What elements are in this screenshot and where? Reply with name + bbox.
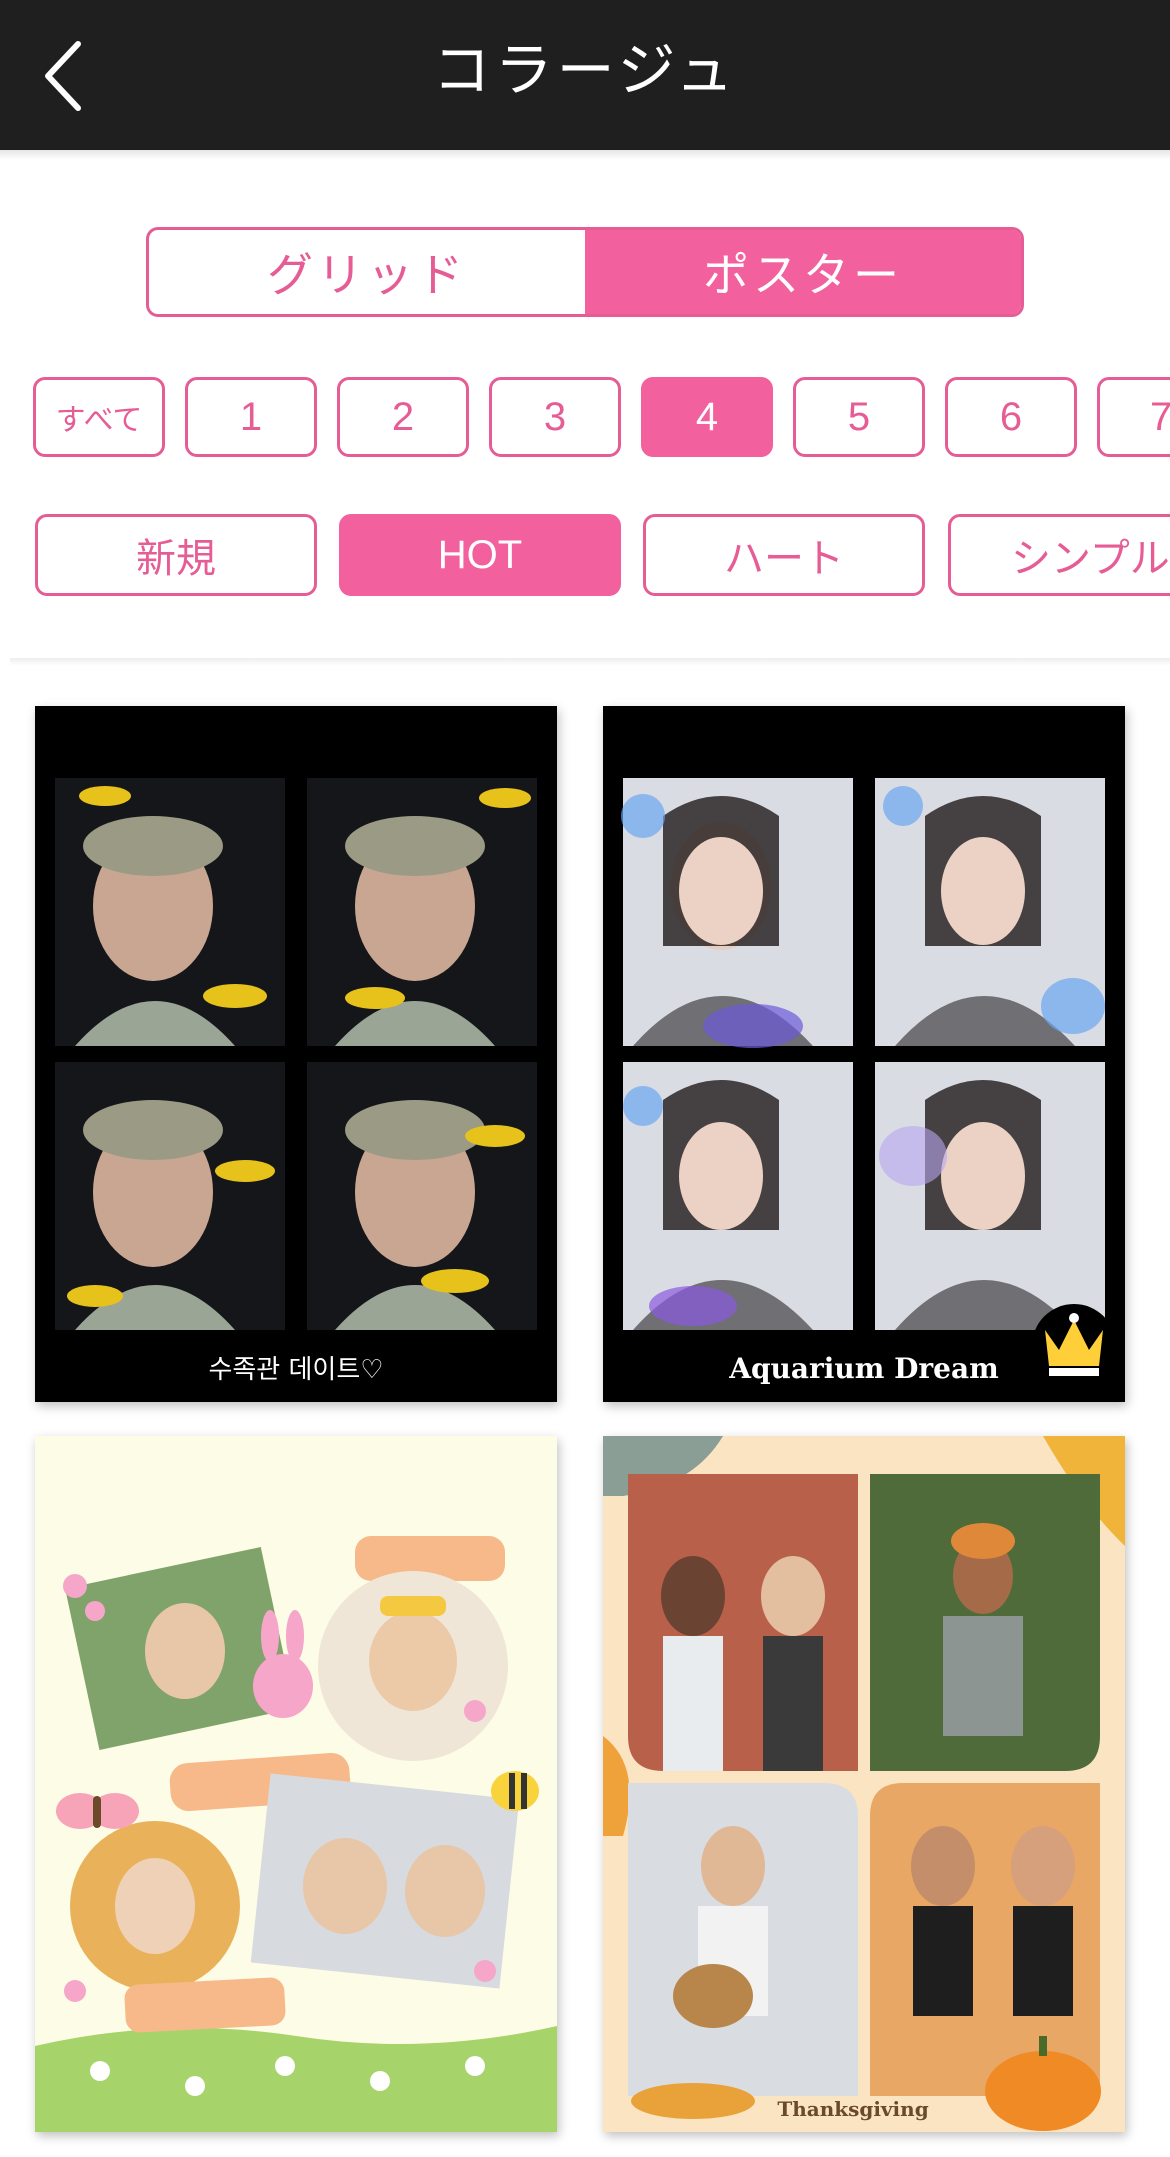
count-filter-6[interactable]: 6 bbox=[945, 377, 1077, 457]
photo-slot bbox=[623, 1062, 853, 1330]
segmented-control: グリッド ポスター bbox=[146, 227, 1024, 317]
template-card-kids[interactable] bbox=[35, 1436, 557, 2132]
photo-slot bbox=[307, 778, 537, 1046]
count-filter-all[interactable]: すべて bbox=[33, 377, 165, 457]
count-filter-1[interactable]: 1 bbox=[185, 377, 317, 457]
photo-slot bbox=[870, 1474, 1100, 1771]
template-card-aquarium-dream[interactable]: Aquarium Dream bbox=[603, 706, 1125, 1402]
template-card-aquarium-date[interactable]: 수족관 데이트♡ bbox=[35, 706, 557, 1402]
template-caption: 수족관 데이트♡ bbox=[208, 1355, 383, 1385]
photo-slot bbox=[55, 778, 285, 1046]
photo-slot bbox=[870, 1783, 1100, 2096]
pie-icon bbox=[631, 2083, 755, 2119]
count-filter-4[interactable]: 4 bbox=[641, 377, 773, 457]
count-filter-3[interactable]: 3 bbox=[489, 377, 621, 457]
bee-icon bbox=[491, 1771, 539, 1811]
category-filter-new[interactable]: 新規 bbox=[35, 514, 317, 596]
template-card-thanksgiving[interactable]: Thanksgiving bbox=[603, 1436, 1125, 2132]
category-filter-simple[interactable]: シンプル bbox=[948, 514, 1170, 596]
page-title: コラージュ bbox=[432, 36, 738, 104]
photo-slot bbox=[250, 1773, 520, 1989]
photo-slot bbox=[307, 1062, 537, 1330]
count-filter-2[interactable]: 2 bbox=[337, 377, 469, 457]
tab-poster[interactable]: ポスター bbox=[585, 230, 1021, 314]
photo-slot bbox=[875, 778, 1105, 1046]
butterfly-icon bbox=[56, 1793, 139, 1829]
template-caption: Thanksgiving bbox=[777, 2097, 928, 2121]
photo-slot bbox=[875, 1062, 1105, 1330]
section-divider bbox=[10, 658, 1170, 666]
count-filter-5[interactable]: 5 bbox=[793, 377, 925, 457]
photo-slot bbox=[621, 778, 853, 1048]
photo-slot bbox=[70, 1821, 240, 1991]
crown-icon bbox=[1032, 1304, 1116, 1388]
template-caption: Aquarium Dream bbox=[728, 1352, 999, 1385]
photo-slot bbox=[628, 1474, 858, 1771]
category-filter-hot[interactable]: HOT bbox=[339, 514, 621, 596]
photo-slot bbox=[318, 1571, 508, 1761]
navigation-bar: コラージュ bbox=[0, 0, 1170, 150]
category-filter-heart[interactable]: ハート bbox=[643, 514, 925, 596]
photo-slot bbox=[55, 1062, 285, 1330]
tab-grid[interactable]: グリッド bbox=[149, 230, 585, 314]
photo-slot bbox=[628, 1783, 858, 2096]
nav-shadow bbox=[0, 150, 1170, 160]
count-filter-7[interactable]: 7 bbox=[1097, 377, 1170, 457]
